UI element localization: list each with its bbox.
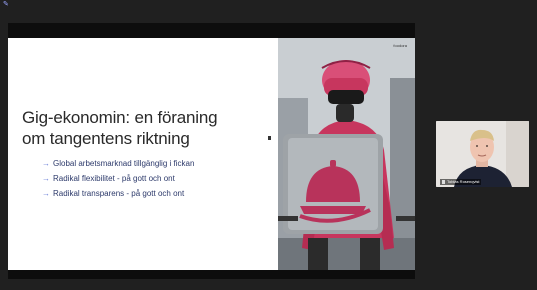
participant-name-label: Tobias Rosenqvist (440, 179, 482, 185)
arrow-icon: → (42, 174, 50, 183)
presentation-slide: Gig-ekonomin: en föraning om tangentens … (8, 38, 415, 270)
bullet-list: → Global arbetsmarknad tillgänglig i fick… (42, 156, 194, 201)
bullet-text: Radikal transparens - på gott och ont (53, 189, 185, 198)
slide-title-line-2: om tangentens riktning (22, 129, 190, 148)
mouse-cursor (268, 136, 271, 140)
arrow-icon: → (42, 159, 50, 168)
courier-illustration (278, 38, 415, 270)
participant-name: Tobias Rosenqvist (447, 179, 480, 184)
bullet-item: → Radikal transparens - på gott och ont (42, 186, 194, 201)
bullet-text: Global arbetsmarknad tillgänglig i ficka… (53, 159, 195, 168)
mic-icon (442, 179, 445, 184)
bullet-item: → Global arbetsmarknad tillgänglig i fick… (42, 156, 194, 171)
bullet-item: → Radikal flexibilitet - på gott och ont (42, 171, 194, 186)
slide-title: Gig-ekonomin: en föraning om tangentens … (22, 107, 282, 149)
meeting-app-icon: ✎ (3, 1, 9, 8)
photo-logo: foodora (393, 43, 407, 48)
slide-title-line-1: Gig-ekonomin: en föraning (22, 108, 218, 127)
bullet-text: Radikal flexibilitet - på gott och ont (53, 174, 175, 183)
participant-video-tile[interactable]: Tobias Rosenqvist (436, 121, 529, 187)
participant-video (436, 121, 529, 187)
arrow-icon: → (42, 189, 50, 198)
courier-photo: foodora (278, 38, 415, 270)
slide-bottom-bar (8, 270, 415, 279)
